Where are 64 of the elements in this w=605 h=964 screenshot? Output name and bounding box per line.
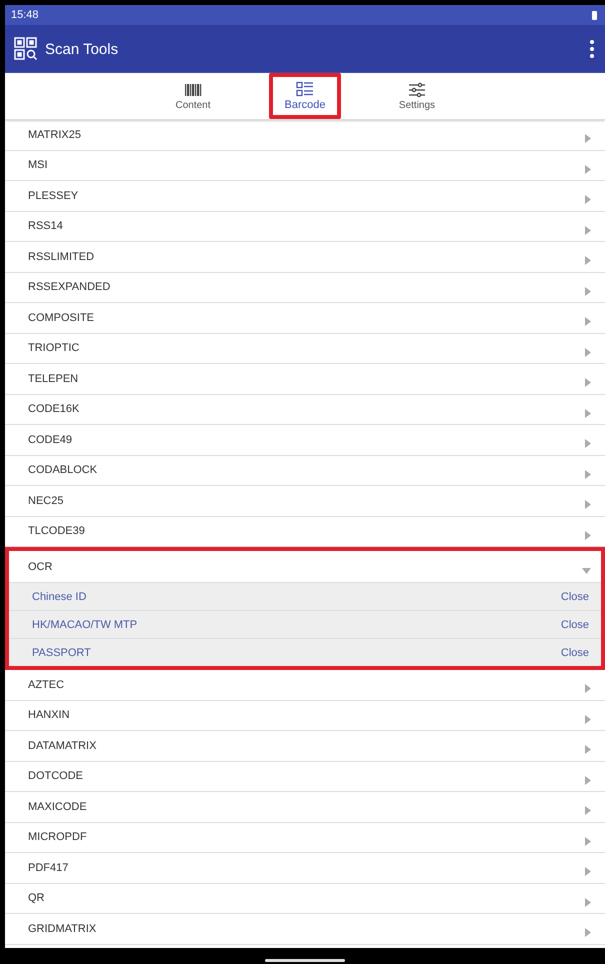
list-item[interactable]: COMPOSITE: [5, 303, 605, 334]
sliders-icon: [408, 82, 426, 98]
status-text: Close: [560, 646, 589, 658]
arrow-right-icon: [585, 134, 591, 144]
tab[interactable]: Content: [157, 73, 229, 119]
sub-item[interactable]: PASSPORT Close: [9, 638, 601, 666]
arrow-right-icon: [585, 836, 591, 846]
barcode-icon: [184, 82, 202, 98]
arrow-right-icon: [585, 348, 591, 357]
list-item[interactable]: MATRIX25: [5, 120, 605, 150]
arrow-right-icon: [585, 286, 591, 296]
arrow-right-icon: [585, 195, 591, 204]
arrow-right-icon: [585, 745, 591, 754]
arrow-right-icon: [585, 439, 591, 448]
arrow-right-icon: [585, 164, 591, 174]
list-item[interactable]: QR: [5, 884, 605, 914]
list-item[interactable]: PDF417: [5, 853, 605, 884]
list-item[interactable]: RSSLIMITED: [5, 242, 605, 272]
battery-icon: [592, 10, 597, 20]
list-item[interactable]: TLCODE39: [5, 516, 605, 547]
arrow-right-icon: [585, 500, 591, 510]
arrow-right-icon: [585, 684, 591, 694]
more-menu-icon[interactable]: [589, 39, 595, 59]
list-item[interactable]: MICROPDF: [5, 822, 605, 853]
arrow-right-icon: [585, 867, 591, 876]
tab[interactable]: Settings: [381, 73, 453, 119]
sub-item[interactable]: HK/MACAO/TW MTP Close: [9, 610, 601, 638]
list-icon: [296, 81, 314, 97]
list-item[interactable]: DATAMATRIX: [5, 731, 605, 762]
list-item[interactable]: CODE16K: [5, 394, 605, 425]
status-text: Close: [560, 618, 589, 630]
arrow-right-icon: [585, 408, 591, 418]
tab[interactable]: Barcode: [269, 73, 341, 119]
status-text: Close: [560, 590, 589, 602]
list-item[interactable]: MSI: [5, 150, 605, 181]
arrow-right-icon: [585, 256, 591, 266]
list-item[interactable]: RSS14: [5, 212, 605, 242]
arrow-right-icon: [585, 470, 591, 479]
list-item[interactable]: DOTCODE: [5, 762, 605, 792]
arrow-right-icon: [585, 530, 591, 540]
arrow-right-icon: [585, 378, 591, 388]
list-item[interactable]: MAXICODE: [5, 792, 605, 822]
list-item[interactable]: CODE49: [5, 425, 605, 456]
arrow-right-icon: [585, 317, 591, 326]
arrow-right-icon: [585, 806, 591, 816]
list-item[interactable]: NEC25: [5, 486, 605, 516]
list-item[interactable]: AZTEC: [5, 670, 605, 700]
sub-item[interactable]: Chinese ID Close: [9, 582, 601, 610]
list-item[interactable]: GRIDMATRIX: [5, 914, 605, 944]
arrow-right-icon: [585, 776, 591, 785]
list-item[interactable]: TRIOPTIC: [5, 334, 605, 364]
app-title: Scan Tools: [45, 40, 120, 58]
qr-scan-icon: [13, 36, 39, 62]
list-item[interactable]: CODABLOCK: [5, 456, 605, 486]
arrow-right-icon: [585, 226, 591, 235]
group-header[interactable]: OCR: [9, 551, 601, 582]
arrow-right-icon: [585, 898, 591, 907]
arrow-right-icon: [585, 928, 591, 938]
arrow-right-icon: [585, 714, 591, 724]
list-item[interactable]: HANXIN: [5, 700, 605, 731]
list-item[interactable]: TELEPEN: [5, 364, 605, 394]
list-item[interactable]: RSSEXPANDED: [5, 272, 605, 303]
list-item[interactable]: PLESSEY: [5, 181, 605, 212]
status-time: 15:48: [11, 9, 39, 21]
